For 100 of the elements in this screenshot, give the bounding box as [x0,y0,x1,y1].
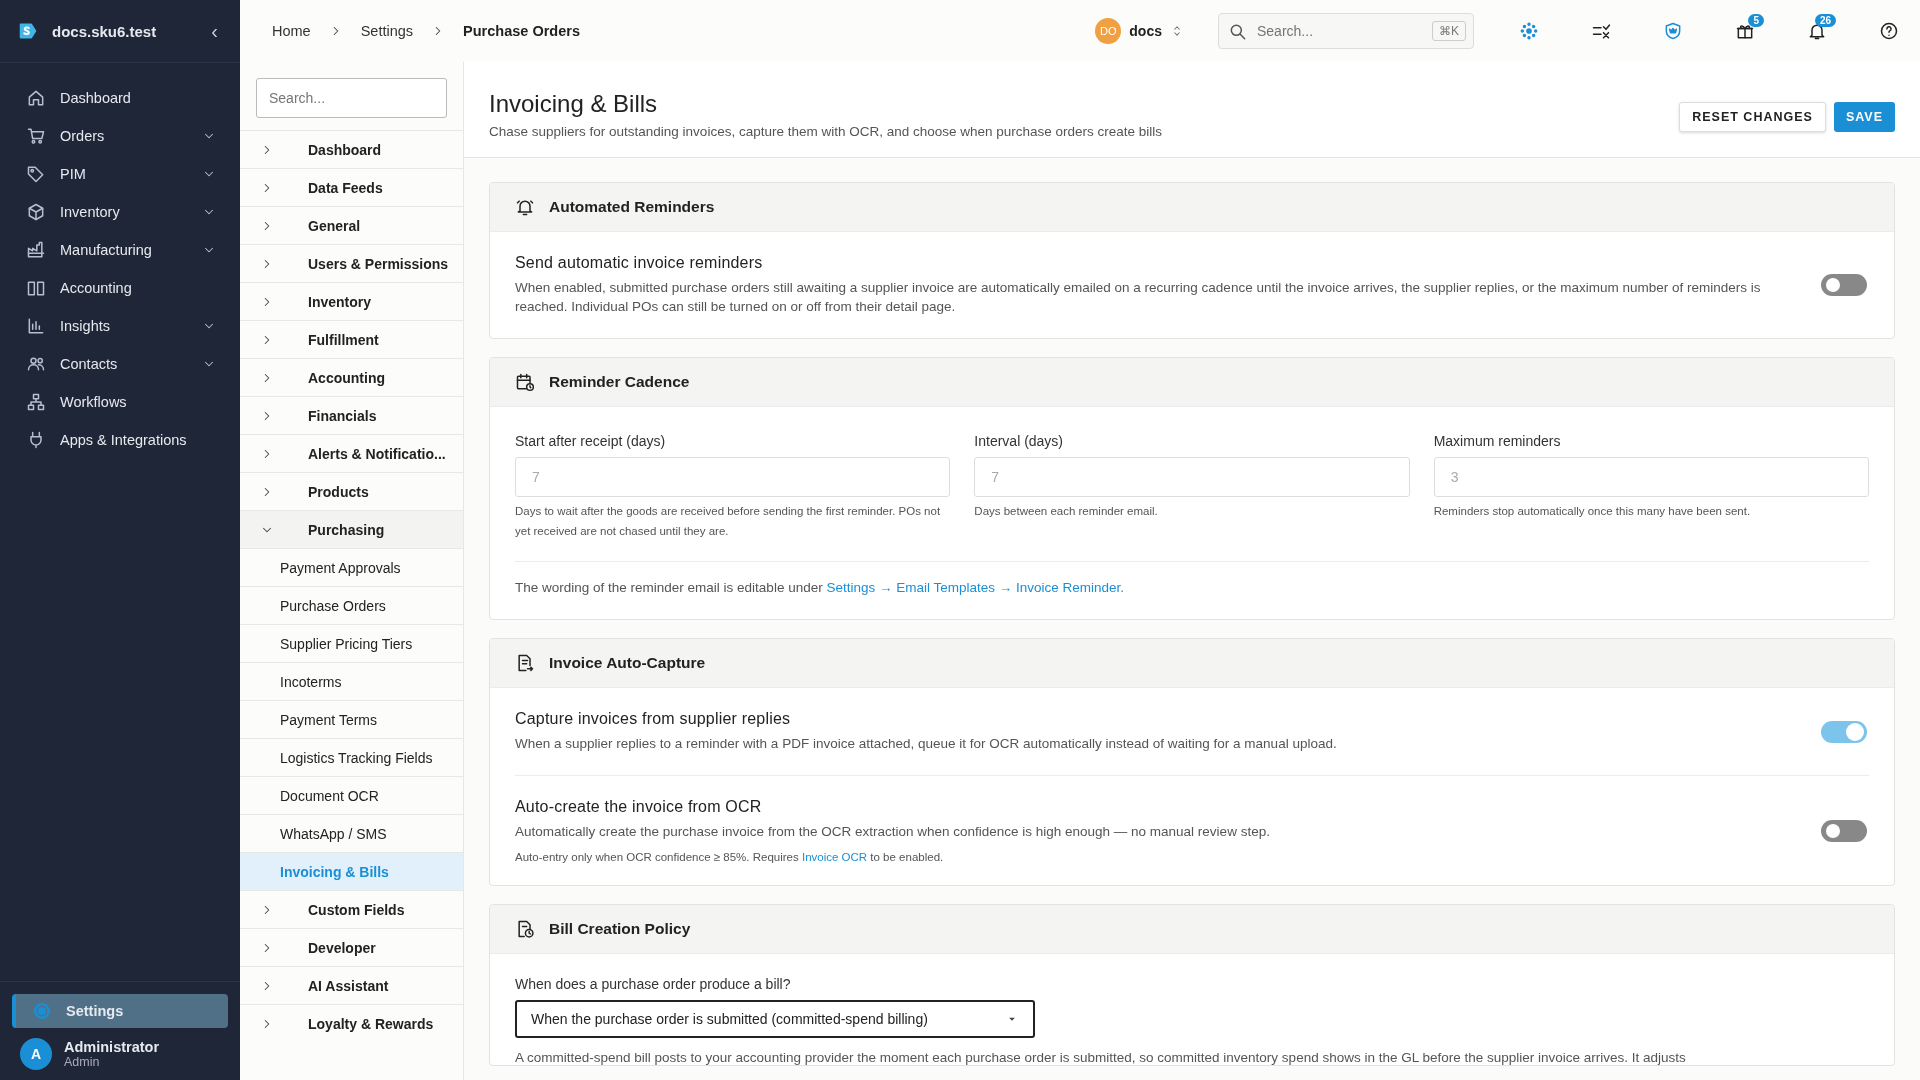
settings-nav-item[interactable]: Dashboard [240,130,463,168]
bell-icon [515,197,535,217]
page-title: Invoicing & Bills [489,90,659,118]
org-name: docs [1129,23,1162,39]
settings-nav-item[interactable]: Fulfillment [240,320,463,358]
home-icon [26,88,46,108]
settings-nav-item[interactable]: Data Feeds [240,168,463,206]
settings-nav-item[interactable]: Financials [240,396,463,434]
section-title: Invoice Auto-Capture [549,654,706,672]
settings-nav-item[interactable]: Accounting [240,358,463,396]
toggle-switch[interactable] [1821,274,1867,296]
note-text: The wording of the reminder email is editable under Settings → Email Templates → Invoice Reminder. [515,579,1126,597]
settings-nav-subitem[interactable]: Logistics Tracking Fields [240,738,463,776]
field-label: Start after receipt (days) [515,433,667,449]
shield-icon [1663,21,1683,41]
sidebar-item[interactable]: Apps & Integrations [10,421,230,459]
input-field[interactable]: 7 [974,457,1410,497]
field-label: Maximum reminders [1433,433,1562,449]
workspace-name: docs.sku6.test [52,22,158,40]
document-arrow-icon [515,653,535,673]
factory-icon [26,240,46,260]
tag-icon [26,164,46,184]
page-subtitle: Chase suppliers for outstanding invoices, capture them with OCR, and choose when purchase orders create bills [489,124,1164,139]
user-role: Admin [64,1055,101,1069]
field-help: Days to wait after the goods are received before sending the first reminder. POs not yet received are not chased until they are. [515,504,942,539]
settings-nav-subitem[interactable]: Document OCR [240,776,463,814]
sidebar-item[interactable]: Dashboard [10,79,230,117]
sidebar-item[interactable]: PIM [10,155,230,193]
logo-icon [18,21,38,41]
settings-nav-subitem[interactable]: Payment Terms [240,700,463,738]
section-title: Reminder Cadence [549,373,690,391]
setting-description: When a supplier replies to a reminder with a PDF invoice attached, queue it for OCR automatically instead of waiting for a manual upload. [515,735,1338,753]
setting-description: When enabled, submitted purchase orders still awaiting a supplier invoice are automatically emailed on a recurring cadence until the invoice arrives, the supplier replies, or the maximum number of reminders is reached. Individual POs can still be turned on or off from their detail page. [515,279,1762,316]
book-icon [26,278,46,298]
setting-note: Auto-entry only when OCR confidence ≥ 85%. Requires Invoice OCR to be enabled. [515,851,945,863]
settings-nav-item[interactable]: AI Assistant [240,966,463,1004]
field-label: Interval (days) [974,433,1065,449]
notifications-button[interactable]: 26 [1800,14,1834,48]
sidebar-item[interactable]: Contacts [10,345,230,383]
settings-nav-item[interactable]: Inventory [240,282,463,320]
sidebar-item[interactable]: Workflows [10,383,230,421]
settings-nav-subitem[interactable]: Supplier Pricing Tiers [240,624,463,662]
search-field[interactable]: Search... [256,78,447,118]
cart-icon [26,126,46,146]
hierarchy-icon [26,392,46,412]
box-icon [26,202,46,222]
setting-title: Auto-create the invoice from OCR [515,798,763,816]
link[interactable]: Settings → Email Templates → Invoice Reminder. [826,580,1125,595]
settings-nav-subitem[interactable]: Payment Approvals [240,548,463,586]
checklist-icon [1591,21,1611,41]
settings-icon [32,1001,52,1021]
sparkle-icon [1519,21,1539,41]
document-clock-icon [515,919,535,939]
toggle-switch[interactable] [1821,819,1867,842]
setting-title: Capture invoices from supplier replies [515,710,792,728]
save-button[interactable]: SAVE [1833,102,1895,132]
select-label: When does a purchase order produce a bill? [515,976,792,992]
settings-nav-item[interactable]: General [240,206,463,244]
bar-chart-icon [26,316,46,336]
shortcut-hint: ⌘K [1432,21,1466,41]
gift-button[interactable]: 5 [1728,14,1762,48]
reset-button[interactable]: RESET CHANGES [1679,102,1826,132]
settings-nav-item[interactable]: Users & Permissions [240,244,463,282]
settings-nav-subitem[interactable]: Incoterms [240,662,463,700]
user-avatar: A [20,1038,52,1070]
select-help: A committed-spend bill posts to your accounting provider the moment each purchase order is submitted, so committed inventory spend shows in the GL before the supplier invoice arrives. It adjusts [515,1050,1687,1065]
organization-switcher[interactable]: DO docs [1095,18,1184,44]
settings-nav-item[interactable]: Loyalty & Rewards [240,1004,463,1042]
field-help: Days between each reminder email. [974,504,1159,519]
sidebar-item[interactable]: Insights [10,307,230,345]
collapse-button[interactable]: ‹ [207,19,222,43]
input-field[interactable]: 3 [1433,457,1869,497]
toggle-switch[interactable] [1821,720,1867,743]
count-badge: 26 [1814,14,1836,27]
setting-title: Send automatic invoice reminders [515,254,764,272]
dropdown-field[interactable]: When the purchase order is submitted (committed-spend billing) [515,1000,1035,1038]
breadcrumb-link[interactable]: Home [272,23,311,39]
breadcrumb-current: Purchase Orders [463,23,580,39]
sidebar-item[interactable]: Orders [10,117,230,155]
help-icon [1879,21,1899,41]
settings-nav-item[interactable]: Alerts & Notificatio... [240,434,463,472]
settings-item[interactable]: Settings [12,994,228,1028]
settings-nav-subitem[interactable]: Purchase Orders [240,586,463,624]
link[interactable]: Invoice OCR [801,851,868,863]
people-icon [26,354,46,374]
section-title: Bill Creation Policy [549,920,691,938]
section-title: Automated Reminders [549,198,715,216]
user-name: Administrator [64,1039,160,1055]
org-avatar: DO [1095,18,1122,44]
field-help: Reminders stop automatically once this many have been sent. [1433,504,1752,519]
settings-nav-item[interactable]: Purchasing [240,510,463,548]
breadcrumb-link[interactable]: Settings [360,23,414,39]
input-field[interactable]: 7 [515,457,951,497]
settings-nav-item[interactable]: Developer [240,928,463,966]
calendar-clock-icon [515,372,535,392]
sidebar-item[interactable]: Accounting [10,269,230,307]
settings-nav-item[interactable]: Custom Fields [240,890,463,928]
sidebar-item[interactable]: Inventory [10,193,230,231]
sidebar-item[interactable]: Manufacturing [10,231,230,269]
setting-description: Automatically create the purchase invoice from the OCR extraction when confidence is high enough — no manual review step. [515,823,1271,841]
